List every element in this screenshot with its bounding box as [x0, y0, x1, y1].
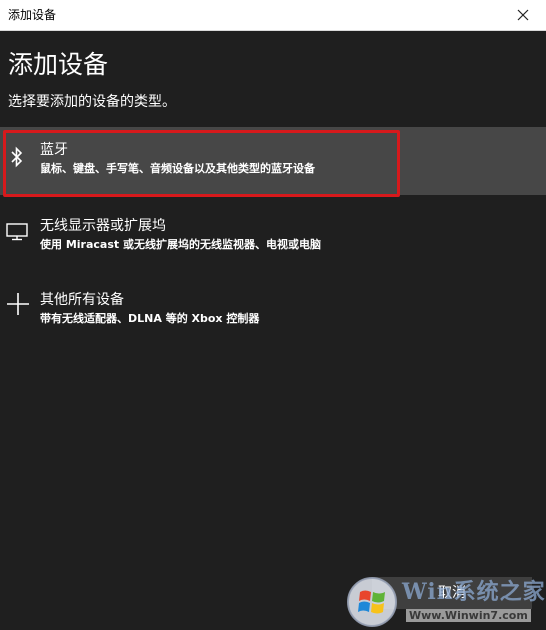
page-subtitle: 选择要添加的设备的类型。 — [8, 94, 176, 110]
close-button[interactable] — [500, 0, 546, 30]
dialog-footer: 取消 — [0, 571, 546, 630]
option-other-devices[interactable]: 其他所有设备 带有无线适配器、DLNA 等的 Xbox 控制器 — [0, 277, 546, 345]
option-bluetooth[interactable]: 蓝牙 鼠标、键盘、手写笔、音频设备以及其他类型的蓝牙设备 — [0, 127, 546, 195]
option-wireless-display-desc: 使用 Miracast 或无线扩展坞的无线监视器、电视或电脑 — [40, 238, 321, 251]
option-wireless-display[interactable]: 无线显示器或扩展坞 使用 Miracast 或无线扩展坞的无线监视器、电视或电脑 — [0, 203, 546, 271]
close-icon — [517, 9, 529, 21]
title-bar: 添加设备 — [0, 0, 546, 31]
option-bluetooth-desc: 鼠标、键盘、手写笔、音频设备以及其他类型的蓝牙设备 — [40, 162, 315, 175]
option-bluetooth-name: 蓝牙 — [40, 142, 68, 158]
bluetooth-icon — [4, 144, 30, 170]
cancel-button[interactable]: 取消 — [372, 577, 532, 609]
option-other-devices-name: 其他所有设备 — [40, 292, 124, 308]
option-other-devices-desc: 带有无线适配器、DLNA 等的 Xbox 控制器 — [40, 312, 260, 325]
option-wireless-display-name: 无线显示器或扩展坞 — [40, 218, 166, 234]
plus-icon — [5, 291, 31, 317]
window-title: 添加设备 — [8, 8, 57, 22]
monitor-icon — [4, 219, 30, 245]
page-title: 添加设备 — [8, 50, 109, 79]
